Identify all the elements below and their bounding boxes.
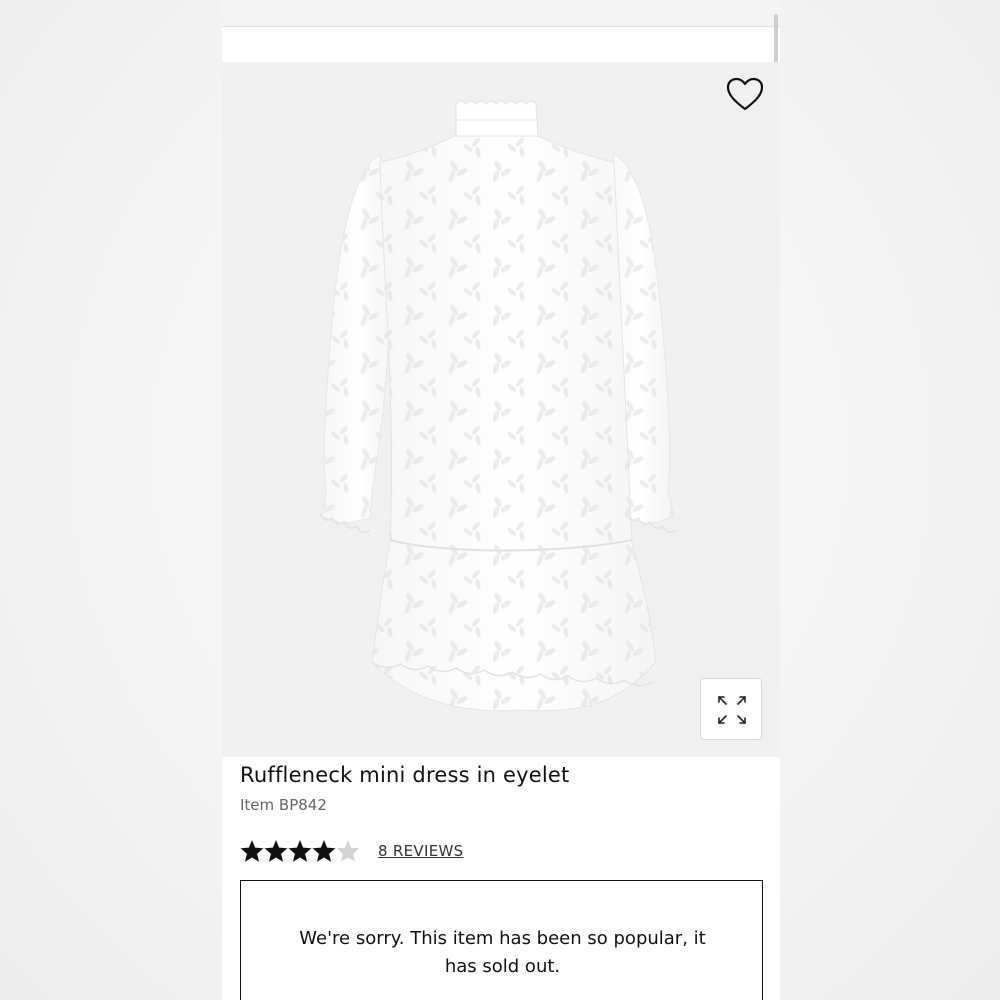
wishlist-heart-icon[interactable] xyxy=(725,76,765,112)
rating-row: 8 REVIEWS xyxy=(240,836,463,866)
expand-arrows-icon xyxy=(718,696,746,724)
sold-out-message: We're sorry. This item has been so popul… xyxy=(299,928,706,977)
product-image-container[interactable] xyxy=(222,62,780,757)
stars-icon xyxy=(240,840,360,862)
product-title: Ruffleneck mini dress in eyelet xyxy=(240,763,570,787)
star-rating[interactable] xyxy=(240,838,362,864)
expand-image-button[interactable] xyxy=(700,678,762,740)
item-number: Item BP842 xyxy=(240,796,327,814)
reviews-link[interactable]: 8 REVIEWS xyxy=(378,842,463,860)
top-bar xyxy=(222,0,780,27)
product-image xyxy=(319,100,677,712)
product-page: Ruffleneck mini dress in eyelet Item BP8… xyxy=(222,0,780,1000)
sold-out-notice: We're sorry. This item has been so popul… xyxy=(240,880,763,1000)
